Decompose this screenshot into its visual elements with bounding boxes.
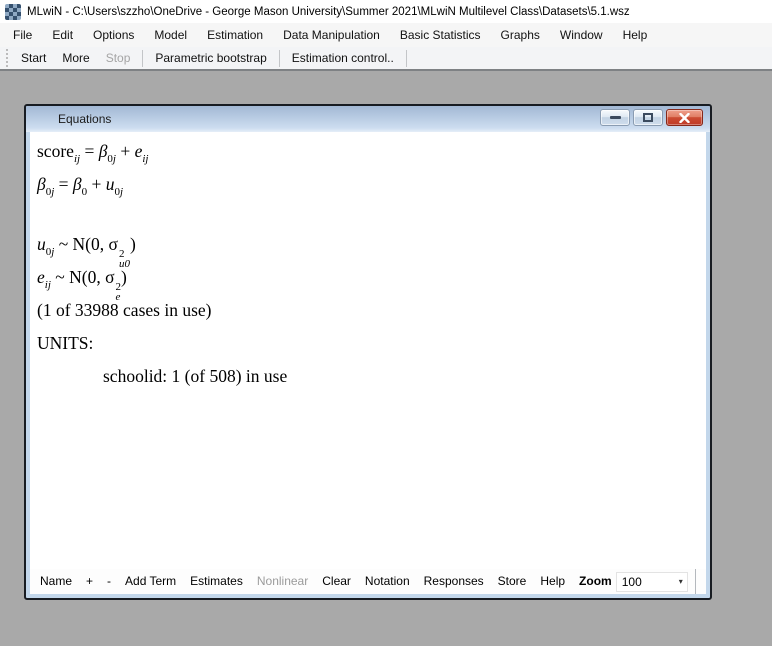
menu-basic-statistics[interactable]: Basic Statistics — [390, 23, 491, 47]
equations-window-title: Equations — [58, 112, 111, 126]
equation-token: = — [54, 174, 73, 194]
equation-token: ) — [130, 234, 136, 254]
units-header[interactable]: UNITS: — [37, 327, 706, 360]
zoom-label: Zoom — [572, 569, 616, 594]
close-icon — [679, 113, 690, 123]
parametric-bootstrap-button[interactable]: Parametric bootstrap — [147, 47, 274, 69]
equation-token: ij — [142, 153, 148, 165]
restore-button[interactable] — [633, 109, 663, 126]
close-button[interactable] — [666, 109, 703, 126]
footer-separator — [695, 569, 696, 594]
equation-token: ) — [121, 267, 127, 287]
minimize-icon — [610, 116, 621, 119]
equation-spacer — [37, 201, 706, 228]
estimation-control-button[interactable]: Estimation control.. — [284, 47, 402, 69]
clear-button[interactable]: Clear — [315, 569, 358, 594]
responses-button[interactable]: Responses — [417, 569, 491, 594]
start-button[interactable]: Start — [13, 47, 54, 69]
estimates-button[interactable]: Estimates — [183, 569, 250, 594]
chevron-down-icon: ▾ — [679, 577, 683, 586]
menu-estimation[interactable]: Estimation — [197, 23, 273, 47]
equation-token: UNITS: — [37, 333, 93, 353]
app-titlebar: MLwiN - C:\Users\szzho\OneDrive - George… — [0, 0, 772, 23]
equation-token: (1 of 33988 cases in use) — [37, 300, 211, 320]
menu-help[interactable]: Help — [613, 23, 658, 47]
equation-token: e — [37, 267, 45, 287]
toolbar-separator — [279, 50, 280, 67]
equation-token: + — [87, 174, 106, 194]
zoom-level-combobox[interactable]: 100 ▾ — [616, 572, 688, 592]
mdi-area: Equations scoreij = β0j + eijβ0j = β0 + … — [0, 71, 772, 646]
equations-window: Equations scoreij = β0j + eijβ0j = β0 + … — [24, 104, 712, 600]
nonlinear-button: Nonlinear — [250, 569, 315, 594]
store-button[interactable]: Store — [491, 569, 534, 594]
minus-button[interactable]: - — [100, 569, 118, 594]
notation-button[interactable]: Notation — [358, 569, 417, 594]
minimize-button[interactable] — [600, 109, 630, 126]
equation-token: = — [80, 141, 99, 161]
level1-equation[interactable]: scoreij = β0j + eij — [37, 135, 706, 168]
equation-token: ~ N(0, σ — [54, 234, 118, 254]
toolbar-gripper-icon[interactable] — [4, 49, 9, 67]
name-button[interactable]: Name — [33, 569, 79, 594]
menu-data-manipulation[interactable]: Data Manipulation — [273, 23, 390, 47]
equation-token: score — [37, 141, 74, 161]
add-term-button[interactable]: Add Term — [118, 569, 183, 594]
restore-icon — [643, 113, 653, 122]
more-button[interactable]: More — [54, 47, 97, 69]
e-distribution[interactable]: eij ~ N(0, σ2e) — [37, 261, 706, 294]
stop-button: Stop — [98, 47, 139, 69]
menu-model[interactable]: Model — [144, 23, 197, 47]
toolbar-separator — [406, 50, 407, 67]
menu-window[interactable]: Window — [550, 23, 613, 47]
menubar: FileEditOptionsModelEstimationData Manip… — [0, 23, 772, 47]
main-toolbar: StartMoreStop Parametric bootstrap Estimat… — [0, 47, 772, 71]
equations-footer: Name+-Add TermEstimatesNonlinearClearNot… — [30, 569, 706, 594]
cases-in-use[interactable]: (1 of 33988 cases in use) — [37, 294, 706, 327]
menu-options[interactable]: Options — [83, 23, 144, 47]
menu-file[interactable]: File — [3, 23, 42, 47]
menu-edit[interactable]: Edit — [42, 23, 83, 47]
equation-token: u — [37, 234, 46, 254]
level2-equation[interactable]: β0j = β0 + u0j — [37, 168, 706, 201]
zoom-value: 100 — [622, 575, 642, 589]
help-button[interactable]: Help — [533, 569, 572, 594]
plus-button[interactable]: + — [79, 569, 100, 594]
equation-token: + — [116, 141, 135, 161]
equation-token: u — [106, 174, 115, 194]
u-distribution[interactable]: u0j ~ N(0, σ2u0) — [37, 228, 706, 261]
units-schoolid[interactable]: schoolid: 1 (of 508) in use — [37, 360, 706, 393]
equation-token: β — [37, 174, 46, 194]
window-controls — [600, 109, 703, 126]
mlwin-app-icon[interactable] — [5, 4, 21, 20]
app-title: MLwiN - C:\Users\szzho\OneDrive - George… — [27, 6, 630, 18]
equations-titlebar[interactable]: Equations — [26, 106, 710, 132]
equation-token: β — [73, 174, 82, 194]
equation-token: ~ N(0, σ — [51, 267, 115, 287]
equations-body: scoreij = β0j + eijβ0j = β0 + u0ju0j ~ N… — [30, 132, 706, 569]
menu-graphs[interactable]: Graphs — [491, 23, 550, 47]
equation-token: schoolid: 1 (of 508) in use — [103, 366, 287, 386]
equation-token: j — [120, 186, 123, 198]
toolbar-separator — [142, 50, 143, 67]
